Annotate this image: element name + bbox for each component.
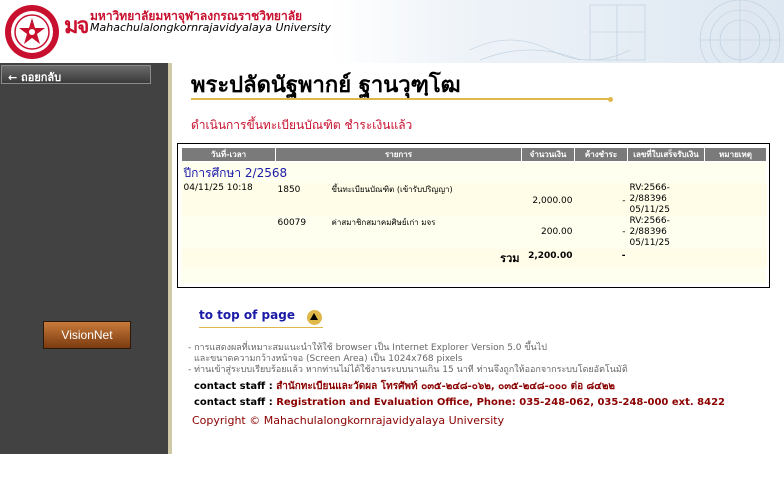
row-receipt: RV:2566- 2/88396 05/11/25 bbox=[627, 183, 705, 216]
row-datetime: 04/11/25 10:18 bbox=[181, 183, 276, 216]
arrow-up-icon[interactable] bbox=[307, 310, 322, 325]
receipt-line: RV:2566- bbox=[629, 183, 670, 193]
to-top-link[interactable]: to top of page bbox=[199, 308, 295, 322]
table-row: 60079 ค่าสมาชิกสมาคมศิษย์เก่า มจร 200.00 … bbox=[181, 216, 767, 249]
payment-box-inner: วันที่-เวลา รายการ จำนวนเงิน ค้างชำระ เล… bbox=[181, 147, 767, 284]
academic-year-label: ปีการศึกษา 2/2568 bbox=[183, 166, 288, 180]
receipt-line: 05/11/25 bbox=[629, 238, 670, 248]
row-note bbox=[704, 216, 767, 249]
table-header-row: วันที่-เวลา รายการ จำนวนเงิน ค้างชำระ เล… bbox=[181, 147, 767, 162]
page-title: พระปลัดนัฐพากย์ ฐานวุฑฺโฒ bbox=[191, 73, 461, 98]
row-code: 1850 bbox=[277, 185, 301, 195]
contact-staff-label: contact staff : bbox=[194, 397, 273, 408]
contact-staff-label: contact staff : bbox=[194, 381, 273, 392]
row-outstanding-value: - bbox=[622, 227, 626, 237]
row-item: 60079 ค่าสมาชิกสมาคมศิษย์เก่า มจร bbox=[275, 216, 522, 249]
total-amount: 2,200.00 bbox=[521, 249, 575, 267]
row-amount-value: 2,000.00 bbox=[532, 196, 573, 206]
row-amount: 200.00 bbox=[521, 216, 575, 249]
title-underline-dot bbox=[608, 97, 613, 102]
session-note: - ท่านเข้าสู่ระบบเรียบร้อยแล้ว หากท่านไม… bbox=[188, 365, 628, 375]
to-top-underline bbox=[199, 327, 323, 328]
row-description: ค่าสมาชิกสมาคมศิษย์เก่า มจร bbox=[331, 218, 436, 227]
row-outstanding: - bbox=[574, 183, 628, 216]
row-item: 1850 ขึ้นทะเบียนบัณฑิต (เข้ารับปริญญา) bbox=[275, 183, 522, 216]
payment-table: วันที่-เวลา รายการ จำนวนเงิน ค้างชำระ เล… bbox=[181, 147, 767, 267]
contact-staff-thai: contact staff : สำนักทะเบียนและวัดผล โทร… bbox=[194, 379, 615, 394]
title-underline bbox=[191, 98, 611, 100]
row-note bbox=[704, 183, 767, 216]
row-description: ขึ้นทะเบียนบัณฑิต (เข้ารับปริญญา) bbox=[331, 185, 453, 194]
header-decoration bbox=[470, 0, 781, 63]
receipt-line: RV:2566- bbox=[629, 216, 670, 226]
row-receipt: RV:2566- 2/88396 05/11/25 bbox=[627, 216, 705, 249]
row-datetime bbox=[181, 216, 276, 249]
col-header-datetime: วันที่-เวลา bbox=[181, 147, 276, 162]
total-outstanding: - bbox=[574, 249, 628, 267]
payment-box: วันที่-เวลา รายการ จำนวนเงิน ค้างชำระ เล… bbox=[177, 143, 770, 288]
university-name-english: Mahachulalongkornrajavidyalaya Universit… bbox=[90, 21, 331, 34]
contact-staff-english-text: Registration and Evaluation Office, Phon… bbox=[276, 397, 726, 408]
university-mark: มจ bbox=[64, 13, 89, 39]
contact-staff-english: contact staff : Registration and Evaluat… bbox=[194, 397, 725, 408]
row-code: 60079 bbox=[277, 218, 307, 228]
col-header-receipt: เลขที่ใบเสร็จรับเงิน bbox=[627, 147, 705, 162]
contact-staff-thai-text: สำนักทะเบียนและวัดผล โทรศัพท์ ๐๓๕-๒๔๘-๐๖… bbox=[276, 381, 616, 392]
total-note bbox=[704, 249, 767, 267]
row-outstanding: - bbox=[574, 216, 628, 249]
receipt-line: 2/88396 bbox=[629, 194, 667, 204]
col-header-outstanding: ค้างชำระ bbox=[574, 147, 628, 162]
copyright: Copyright © Mahachulalongkornrajavidyala… bbox=[192, 414, 505, 427]
visionnet-logo-link[interactable]: VisionNet bbox=[43, 321, 131, 349]
row-amount: 2,000.00 bbox=[521, 183, 575, 216]
row-outstanding-value: - bbox=[622, 196, 626, 206]
col-header-amount: จำนวนเงิน bbox=[521, 147, 575, 162]
sidebar: ← ถอยกลับ VisionNet bbox=[0, 63, 172, 454]
col-header-item: รายการ bbox=[275, 147, 522, 162]
status-subtitle: ดำเนินการขึ้นทะเบียนบัณฑิต ชำระเงินแล้ว bbox=[191, 118, 413, 132]
row-amount-value: 200.00 bbox=[541, 227, 573, 237]
col-header-note: หมายเหตุ bbox=[704, 147, 767, 162]
receipt-line: 2/88396 bbox=[629, 227, 667, 237]
back-button[interactable]: ← ถอยกลับ bbox=[1, 65, 151, 84]
page-header: มจ มหาวิทยาลัยมหาจุฬาลงกรณราชวิทยาลัย Ma… bbox=[0, 0, 784, 63]
university-seal-icon bbox=[5, 5, 59, 59]
main-content: พระปลัดนัฐพากย์ ฐานวุฑฺโฒ ดำเนินการขึ้นท… bbox=[172, 63, 784, 454]
total-row: รวม 2,200.00 - bbox=[181, 249, 767, 267]
total-label: รวม bbox=[275, 249, 522, 267]
receipt-line: 05/11/25 bbox=[629, 205, 670, 215]
table-row: 04/11/25 10:18 1850 ขึ้นทะเบียนบัณฑิต (เข… bbox=[181, 183, 767, 216]
total-spacer bbox=[181, 249, 276, 267]
total-receipt bbox=[627, 249, 705, 267]
academic-year-row: ปีการศึกษา 2/2568 bbox=[182, 162, 767, 184]
